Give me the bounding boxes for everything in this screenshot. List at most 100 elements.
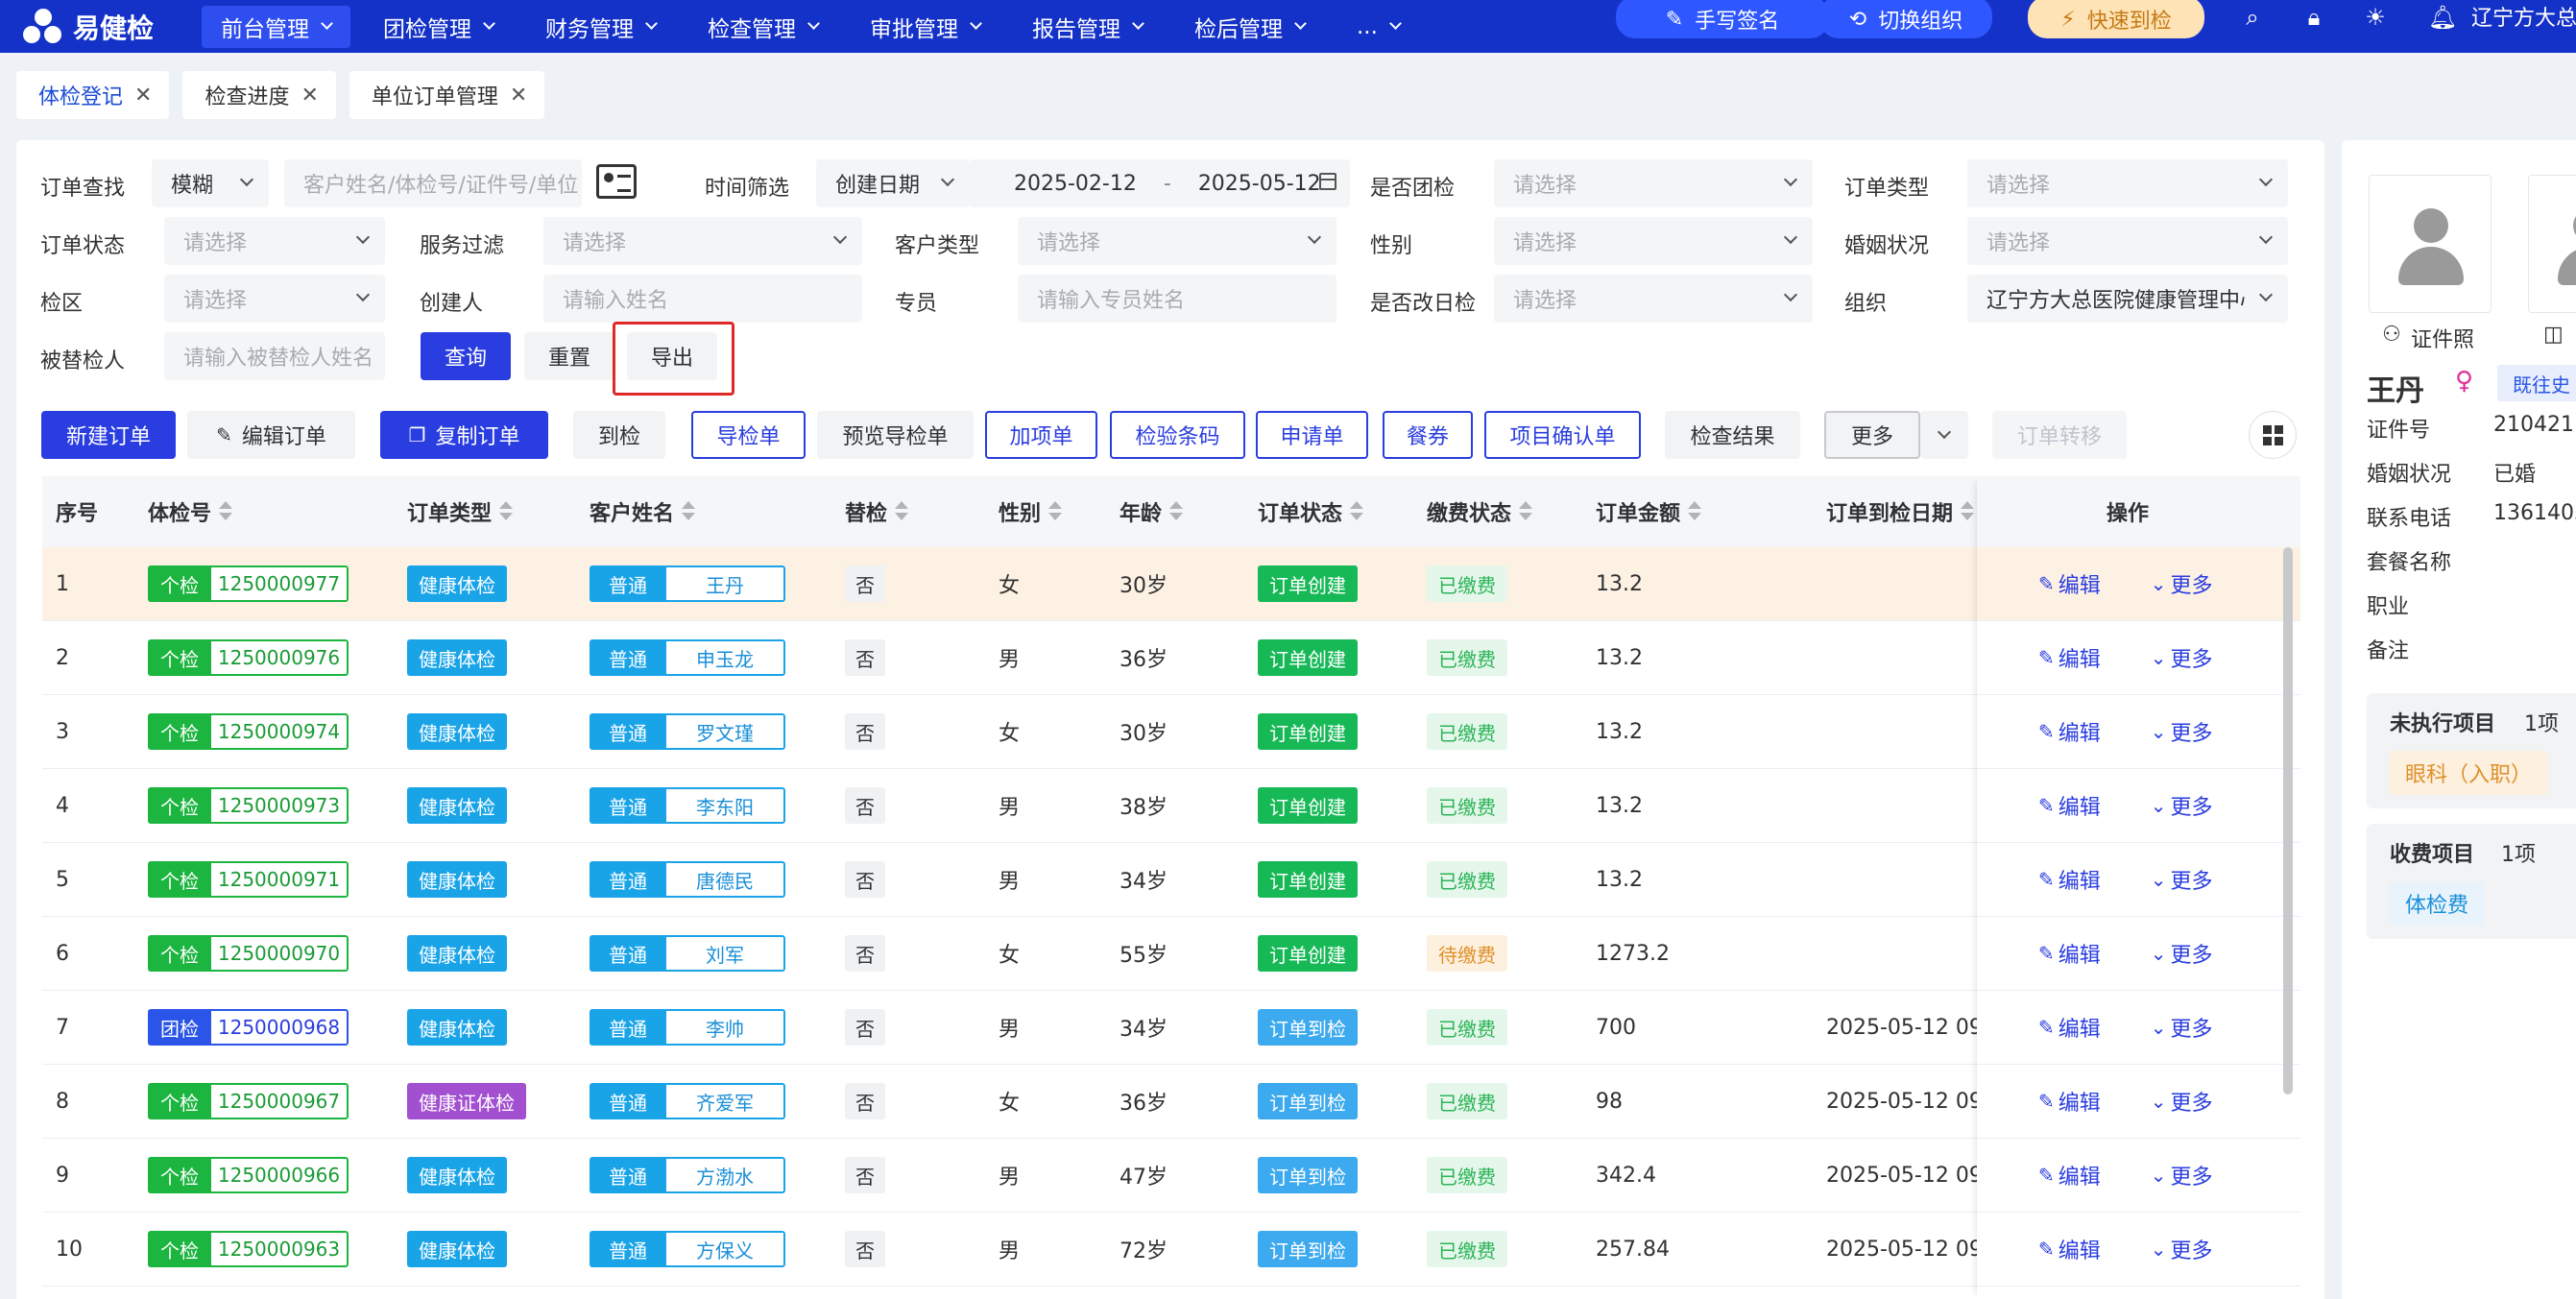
sort-icon[interactable]	[1961, 501, 1975, 522]
sort-icon[interactable]	[219, 501, 233, 522]
col-exam-no[interactable]: 体检号	[148, 476, 233, 547]
exam-no-tag[interactable]: 个检 1250000966	[148, 1157, 349, 1193]
menu-front-desk[interactable]: 前台管理	[202, 5, 350, 48]
order-transfer-button[interactable]: 订单转移	[1992, 411, 2127, 459]
exam-no-tag[interactable]: 个检 1250000963	[148, 1231, 349, 1267]
item-confirm-button[interactable]: 项目确认单	[1484, 411, 1641, 459]
tab-exam-registration[interactable]: 体检登记 ✕	[16, 71, 170, 119]
id-photo[interactable]	[2369, 175, 2492, 313]
exam-no-tag[interactable]: 个检 1250000970	[148, 935, 349, 972]
customer-tag[interactable]: 普通 申玉龙	[590, 639, 785, 676]
creator-input[interactable]: 请输入姓名	[543, 275, 862, 323]
id-card-reader-icon[interactable]	[596, 164, 637, 199]
order-search-input[interactable]: 客户姓名/体检号/证件号/单位	[284, 159, 582, 207]
date-end[interactable]: 2025-05-12	[1198, 172, 1321, 196]
quick-checkin-button[interactable]: ⚡ 快速到检	[2028, 0, 2204, 38]
col-pay-status[interactable]: 缴费状态	[1427, 476, 1533, 547]
menu-finance[interactable]: 财务管理	[526, 6, 675, 48]
order-status-select[interactable]: 请选择	[164, 217, 385, 265]
gender-select[interactable]: 请选择	[1494, 217, 1813, 265]
more-actions-button[interactable]: 更多	[1824, 411, 1920, 459]
tab-unit-orders[interactable]: 单位订单管理 ✕	[349, 71, 545, 119]
marital-select[interactable]: 请选择	[1967, 217, 2288, 265]
menu-inspection[interactable]: 检查管理	[688, 6, 837, 48]
more-actions-dropdown[interactable]	[1920, 411, 1968, 459]
customer-tag[interactable]: 普通 王丹	[590, 565, 785, 602]
arrive-button[interactable]: 到检	[573, 411, 665, 459]
exam-no-tag[interactable]: 团检 1250000968	[148, 1009, 349, 1046]
service-filter-select[interactable]: 请选择	[543, 217, 862, 265]
col-age[interactable]: 年龄	[1119, 476, 1184, 547]
exam-no-tag[interactable]: 个检 1250000974	[148, 713, 349, 750]
query-button[interactable]: 查询	[421, 332, 511, 380]
table-row[interactable]: 3 个检 1250000974 健康体检 普通 罗文瑾否女 30岁 订单创建 已缴费 13.2 ✎ 编…	[42, 695, 2300, 769]
org-select[interactable]: 辽宁方大总医院健康管理中心	[1967, 275, 2288, 323]
check-result-button[interactable]: 检查结果	[1665, 411, 1800, 459]
reset-button[interactable]: 重置	[524, 332, 614, 380]
col-order-status[interactable]: 订单状态	[1258, 476, 1364, 547]
barcode-button[interactable]: 检验条码	[1110, 411, 1245, 459]
theme-icon[interactable]: ☀	[2358, 0, 2393, 35]
sort-icon[interactable]	[1169, 501, 1184, 522]
edit-order-button[interactable]: ✎ 编辑订单	[187, 411, 355, 459]
menu-more[interactable]: ...	[1337, 6, 1419, 48]
customer-tag[interactable]: 普通 齐爱军	[590, 1083, 785, 1119]
sort-icon[interactable]	[1350, 501, 1364, 522]
switch-org-button[interactable]: ⟲ 切换组织	[1819, 0, 1992, 38]
exam-no-tag[interactable]: 个检 1250000973	[148, 787, 349, 824]
apply-sheet-button[interactable]: 申请单	[1256, 411, 1368, 459]
table-row[interactable]: 5 个检 1250000971 健康体检 普通 唐德民否男 34岁 订单创建 已缴费 13.2 ✎ 编…	[42, 843, 2300, 917]
sort-icon[interactable]	[1048, 501, 1063, 522]
menu-after-check[interactable]: 检后管理	[1175, 6, 1324, 48]
customer-tag[interactable]: 普通 刘军	[590, 935, 785, 972]
guide-sheet-button[interactable]: 导检单	[691, 411, 806, 459]
voucher-button[interactable]: 餐券	[1383, 411, 1473, 459]
table-row[interactable]: 9 个检 1250000966 健康体检 普通 方渤水否男 47岁 订单到检 已缴费 342.4 2…	[42, 1139, 2300, 1213]
copy-order-button[interactable]: ❐ 复制订单	[380, 411, 548, 459]
close-icon[interactable]: ✕	[510, 84, 527, 108]
close-icon[interactable]: ✕	[301, 84, 318, 108]
table-scrollbar[interactable]	[2283, 547, 2293, 1095]
column-settings-icon[interactable]	[2249, 411, 2297, 459]
handwritten-sign-button[interactable]: ✎ 手写签名	[1616, 0, 1829, 38]
customer-tag[interactable]: 普通 方保义	[590, 1231, 785, 1267]
menu-approval[interactable]: 审批管理	[851, 6, 999, 48]
col-order-type[interactable]: 订单类型	[407, 476, 514, 547]
menu-report[interactable]: 报告管理	[1013, 6, 1162, 48]
staff-input[interactable]: 请输入专员姓名	[1018, 275, 1336, 323]
date-start[interactable]: 2025-02-12	[1014, 172, 1137, 196]
table-row[interactable]: 1 个检 1250000977 健康体检 普通 王丹否女 30岁 订单创建 已缴费 13.2 ✎ 编辑…	[42, 547, 2300, 621]
sort-icon[interactable]	[1688, 501, 1702, 522]
customer-tag[interactable]: 普通 李东阳	[590, 787, 785, 824]
menu-group-check[interactable]: 团检管理	[364, 6, 513, 48]
customer-tag[interactable]: 普通 罗文瑾	[590, 713, 785, 750]
preview-guide-button[interactable]: 预览导检单	[817, 411, 974, 459]
live-photo[interactable]	[2528, 175, 2576, 313]
col-amount[interactable]: 订单金额	[1596, 476, 1702, 547]
date-range-picker[interactable]: 2025-02-12 - 2025-05-12	[970, 159, 1350, 207]
table-row[interactable]: 2 个检 1250000976 健康体检 普通 申玉龙否男 36岁 订单创建 已缴费 13.2 ✎ 编…	[42, 621, 2300, 695]
new-order-button[interactable]: 新建订单	[41, 411, 176, 459]
exam-no-tag[interactable]: 个检 1250000967	[148, 1083, 349, 1119]
fee-item-tag[interactable]: 体检费	[2390, 881, 2485, 926]
sort-icon[interactable]	[499, 501, 514, 522]
customer-tag[interactable]: 普通 李帅	[590, 1009, 785, 1046]
search-icon[interactable]: ⌕	[2235, 0, 2270, 35]
col-substitute[interactable]: 替检	[845, 476, 909, 547]
table-row[interactable]: 7 团检 1250000968 健康体检 普通 李帅否男 34岁 订单到检 已缴费 700 2025…	[42, 991, 2300, 1065]
area-select[interactable]: 请选择	[164, 275, 385, 323]
table-row[interactable]: 4 个检 1250000973 健康体检 普通 李东阳否男 38岁 订单创建 已缴费 13.2 ✎ 编…	[42, 769, 2300, 843]
search-mode-select[interactable]: 模糊	[152, 159, 269, 207]
col-gender[interactable]: 性别	[999, 476, 1063, 547]
close-icon[interactable]: ✕	[134, 84, 152, 108]
exam-no-tag[interactable]: 个检 1250000977	[148, 565, 349, 602]
replaced-person-input[interactable]: 请输入被替检人姓名	[164, 332, 385, 380]
exam-no-tag[interactable]: 个检 1250000976	[148, 639, 349, 676]
bell-icon[interactable]: 🔔︎	[2425, 0, 2460, 35]
order-type-select[interactable]: 请选择	[1967, 159, 2288, 207]
table-row[interactable]: 8 个检 1250000967 健康证体检 普通 齐爱军否女 36岁 订单到检 已缴费 98 202…	[42, 1065, 2300, 1139]
customer-tag[interactable]: 普通 方渤水	[590, 1157, 785, 1193]
user-org[interactable]: 辽宁方大总	[2471, 0, 2576, 33]
lock-icon[interactable]: 🔒︎	[2297, 0, 2331, 35]
sort-icon[interactable]	[1519, 501, 1533, 522]
